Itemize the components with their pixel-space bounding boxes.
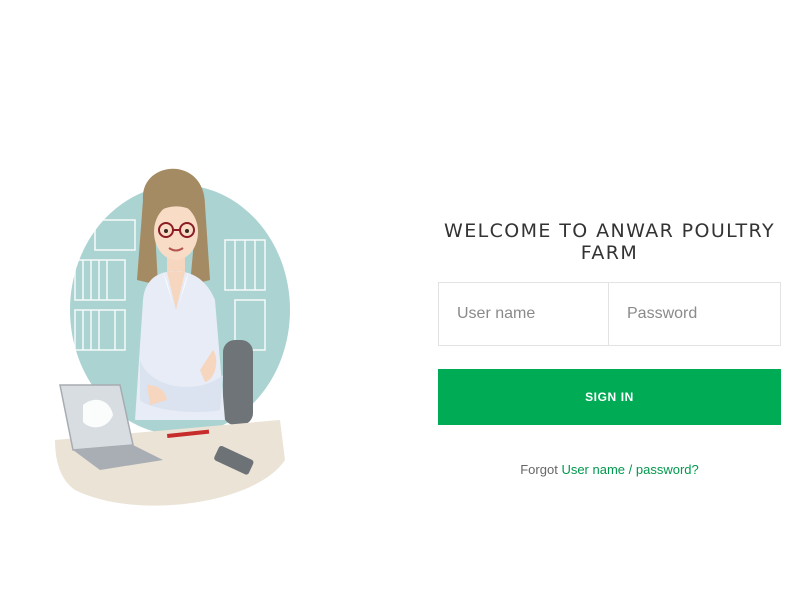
credentials-row [438, 282, 781, 346]
password-input[interactable] [609, 283, 780, 345]
forgot-credentials: Forgot User name / password? [438, 462, 781, 477]
welcome-title: WELCOME TO ANWAR POULTRY FARM [444, 220, 775, 264]
forgot-prefix: Forgot [520, 462, 558, 477]
forgot-separator: / [628, 462, 633, 477]
woman-at-desk-illustration [55, 160, 295, 520]
login-page: WELCOME TO ANWAR POULTRY FARM SIGN IN Fo… [0, 0, 800, 600]
forgot-username-link[interactable]: User name [561, 462, 625, 477]
sign-in-button[interactable]: SIGN IN [438, 369, 781, 425]
forgot-password-link[interactable]: password? [636, 462, 699, 477]
username-input[interactable] [439, 283, 609, 345]
